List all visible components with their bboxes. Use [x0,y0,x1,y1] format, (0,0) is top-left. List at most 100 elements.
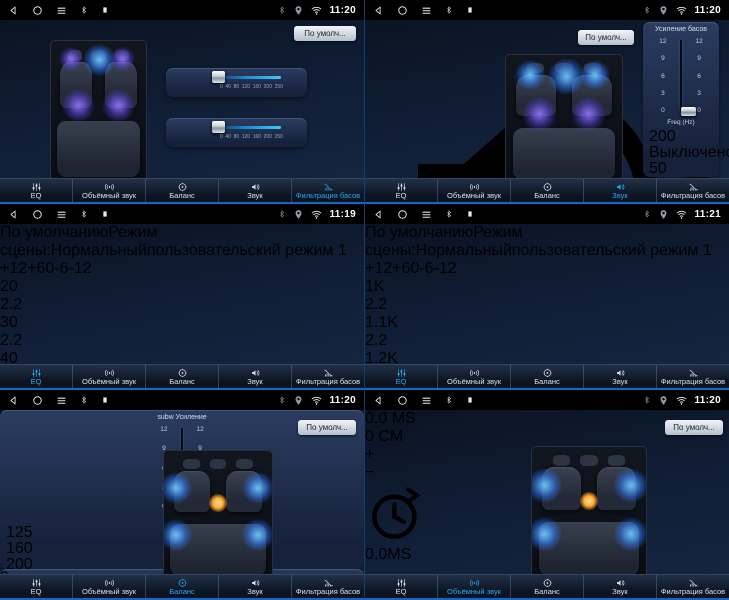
eq-band[interactable]: 1K2.2 [365,278,729,314]
back-icon[interactable] [373,209,384,220]
balance-point[interactable] [580,492,598,510]
volume-down-icon[interactable] [193,77,205,89]
menu-icon[interactable] [56,5,67,16]
sd-card-icon [101,395,109,405]
home-icon[interactable] [32,5,43,16]
slider-track[interactable] [221,126,281,129]
tab-bass-filter[interactable]: Фильтрация басов [656,179,729,202]
slider-track[interactable] [221,76,281,79]
db-scale-label: -6 [54,260,68,277]
freq-option-selected[interactable]: Выключено [649,144,713,157]
frequency-slider[interactable]: 04080120160200250 [210,68,283,97]
frequency-slider[interactable]: 04080120160200250 [210,118,283,147]
default-button[interactable]: По умолч... [578,30,634,45]
tab-balance[interactable]: Баланс [145,365,218,388]
eq-band[interactable]: 302.2 [0,314,364,350]
freq-option[interactable]: 50 [649,160,713,173]
tab-balance[interactable]: Баланс [145,179,218,202]
tab-sound[interactable]: Звук [218,179,291,202]
menu-icon[interactable] [421,209,432,220]
tab-sound[interactable]: Звук [218,365,291,388]
menu-icon[interactable] [421,5,432,16]
preset-button-1[interactable]: По умолчанию [0,224,108,241]
bluetooth-icon [643,5,651,15]
surround-icon [469,368,480,378]
tab-surround-sound[interactable]: Объёмный звук [437,575,510,598]
volume-up-icon[interactable] [288,127,300,139]
bass-boost-title: Усиление басов [643,22,719,36]
back-icon[interactable] [8,209,19,220]
default-button[interactable]: По умолч... [298,420,356,435]
home-icon[interactable] [32,395,43,406]
back-icon[interactable] [8,395,19,406]
menu-icon[interactable] [56,209,67,220]
tab-bass-filter[interactable]: Фильтрация басов [656,575,729,598]
delay-ms-unit: MS [387,546,411,563]
car-seats-graphic[interactable] [531,446,647,574]
scale-label: 0 [659,107,666,114]
freq-option[interactable]: 200 [649,128,713,141]
tab-eq[interactable]: EQ [0,179,72,202]
slider-handle[interactable] [212,71,225,83]
eq-band[interactable]: 202.2 [0,278,364,314]
tab-eq[interactable]: EQ [365,365,437,388]
tab-surround-sound[interactable]: Объёмный звук [72,575,145,598]
back-icon[interactable] [373,395,384,406]
car-interior [163,450,273,574]
delay-front-left[interactable]: 0.0MS0CM [365,482,429,574]
preset-button-3[interactable]: пользовательский режим 1 [512,242,712,259]
back-icon [8,395,19,406]
tab-eq[interactable]: EQ [0,365,72,388]
tab-sound[interactable]: Звук [583,365,656,388]
tab-balance[interactable]: Баланс [510,179,583,202]
preset-row: По умолчаниюРежим сцены:Нормальныйпользо… [0,224,364,260]
tab-balance[interactable]: Баланс [145,575,218,598]
back-icon[interactable] [8,5,19,16]
bluetooth-icon [643,209,651,219]
tab-eq[interactable]: EQ [0,575,72,598]
tab-surround-sound[interactable]: Объёмный звук [437,179,510,202]
default-button[interactable]: По умолч... [294,26,356,41]
eq-band[interactable]: 1.2K2.2 [365,350,729,364]
tab-bass-filter[interactable]: Фильтрация басов [291,575,364,598]
bass-boost-panel: Усиление басов 129630 129630 Freq (Hz) 2… [643,22,719,177]
bass-boost-slider[interactable]: 129630 129630 [643,36,719,116]
tab-eq[interactable]: EQ [365,179,437,202]
tab-bass-filter[interactable]: Фильтрация басов [656,365,729,388]
slider-handle[interactable] [212,121,225,133]
balance-position-pad[interactable] [163,450,273,574]
preset-button-1[interactable]: По умолчанию [365,224,473,241]
default-button[interactable]: По умолч... [665,420,723,435]
scale-label: 12 [659,38,666,45]
tab-bar: EQОбъёмный звукБалансЗвукФильтрация басо… [365,178,729,202]
master-volume-value: 9 [0,569,9,574]
tab-balance[interactable]: Баланс [510,575,583,598]
tab-sound[interactable]: Звук [583,575,656,598]
home-icon[interactable] [397,395,408,406]
tab-eq[interactable]: EQ [365,575,437,598]
eq-band[interactable]: 402.2 [0,350,364,364]
menu-icon[interactable] [421,395,432,406]
menu-icon[interactable] [56,395,67,406]
home-icon[interactable] [32,209,43,220]
home-icon[interactable] [397,209,408,220]
volume-down-icon[interactable] [193,127,205,139]
preset-button-3[interactable]: пользовательский режим 1 [147,242,347,259]
tab-bass-filter[interactable]: Фильтрация басов [291,179,364,202]
tab-bass-filter[interactable]: Фильтрация басов [291,365,364,388]
tab-surround-sound[interactable]: Объёмный звук [72,365,145,388]
eq-band[interactable]: 1.1K2.2 [365,314,729,350]
balance-point[interactable] [209,494,227,512]
tab-sound[interactable]: Звук [583,179,656,202]
home-icon[interactable] [397,5,408,16]
slider-handle[interactable] [681,107,696,116]
tab-surround-sound[interactable]: Объёмный звук [72,179,145,202]
tab-sound[interactable]: Звук [218,575,291,598]
location-icon [293,209,304,220]
tab-surround-sound[interactable]: Объёмный звук [437,365,510,388]
surround-icon [469,182,480,192]
speaker-glow [614,517,647,551]
back-icon[interactable] [373,5,384,16]
tab-balance[interactable]: Баланс [510,365,583,388]
volume-up-icon[interactable] [288,77,300,89]
